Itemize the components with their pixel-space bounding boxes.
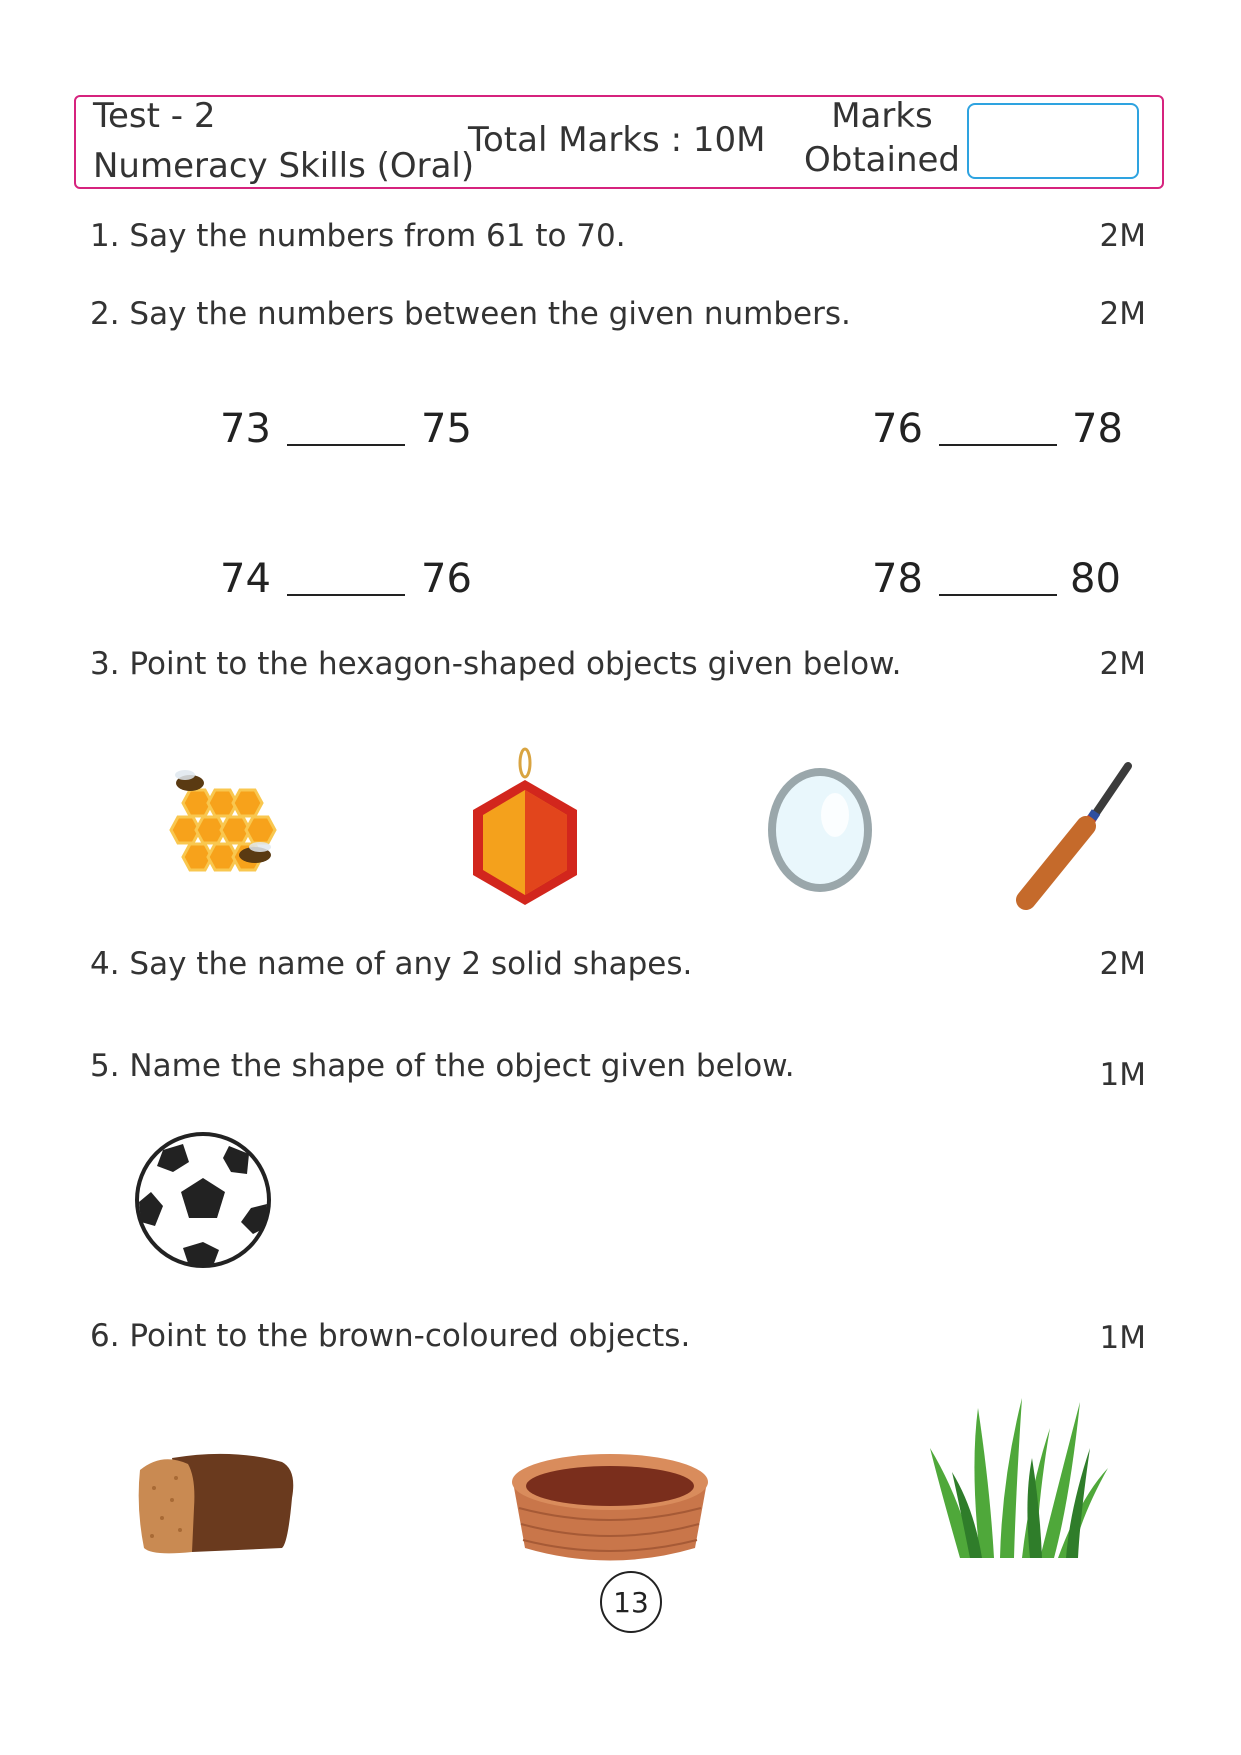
subject-title: Numeracy Skills (Oral) <box>93 146 475 186</box>
question-5-marks: 1M <box>1099 1057 1146 1093</box>
question-6: 6. Point to the brown-coloured objects. <box>90 1318 691 1354</box>
honeycomb-image[interactable] <box>160 765 290 895</box>
hexagon-ornament-image[interactable] <box>465 745 585 915</box>
number-left: 78 <box>872 556 923 602</box>
test-title: Test - 2 <box>93 96 216 136</box>
page-number: 13 <box>600 1571 662 1633</box>
number-right: 78 <box>1072 406 1123 452</box>
answer-blank[interactable] <box>939 444 1057 446</box>
number-right: 75 <box>421 406 472 452</box>
question-3-marks: 2M <box>1099 646 1146 682</box>
question-4-marks: 2M <box>1099 946 1146 982</box>
total-marks: Total Marks : 10M <box>468 120 766 160</box>
number-right: 76 <box>421 556 472 602</box>
question-2-marks: 2M <box>1099 296 1146 332</box>
question-3: 3. Point to the hexagon-shaped objects g… <box>90 646 902 682</box>
bread-image[interactable] <box>132 1448 297 1558</box>
answer-blank[interactable] <box>939 594 1057 596</box>
number-left: 74 <box>220 556 271 602</box>
question-2: 2. Say the numbers between the given num… <box>90 296 851 332</box>
cricket-bat-image[interactable] <box>1010 760 1140 910</box>
question-1: 1. Say the numbers from 61 to 70. <box>90 218 626 254</box>
marks-obtained-field[interactable] <box>967 103 1139 179</box>
question-4: 4. Say the name of any 2 solid shapes. <box>90 946 693 982</box>
question-1-marks: 2M <box>1099 218 1146 254</box>
mirror-image[interactable] <box>765 765 875 895</box>
number-right: 80 <box>1070 556 1121 602</box>
obtained-label: Obtained <box>803 140 960 180</box>
answer-blank[interactable] <box>287 594 405 596</box>
football-image[interactable] <box>133 1130 273 1270</box>
answer-blank[interactable] <box>287 444 405 446</box>
marks-label: Marks <box>831 96 933 136</box>
number-left: 73 <box>220 406 271 452</box>
question-6-marks: 1M <box>1099 1320 1146 1356</box>
basket-image[interactable] <box>505 1448 715 1568</box>
question-5: 5. Name the shape of the object given be… <box>90 1048 795 1084</box>
grass-image[interactable] <box>930 1388 1110 1558</box>
number-left: 76 <box>872 406 923 452</box>
